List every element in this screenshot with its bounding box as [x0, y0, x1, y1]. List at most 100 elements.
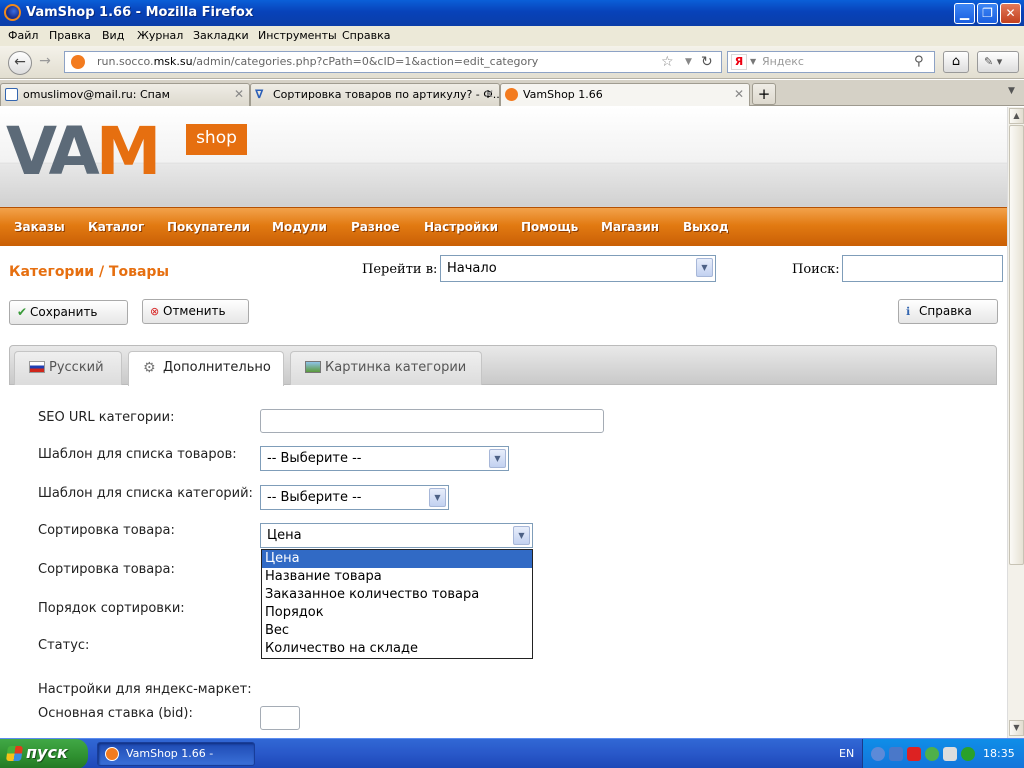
vamshop-favicon: [505, 88, 518, 101]
minimize-button[interactable]: ▁: [954, 3, 975, 24]
sort-order-label: Порядок сортировки:: [38, 601, 185, 616]
language-indicator[interactable]: EN: [839, 747, 854, 760]
chevron-down-icon[interactable]: ▼: [429, 488, 446, 507]
taskbar: пуск VamShop 1.66 - Mozill... EN 18:35: [0, 738, 1024, 768]
nav-help[interactable]: Помощь: [521, 220, 578, 234]
tray-icq-icon[interactable]: [961, 747, 975, 761]
yandex-engine-icon[interactable]: Я: [731, 54, 747, 70]
browser-tab-vamshop[interactable]: VamShop 1.66 ✕: [500, 83, 750, 106]
nav-store[interactable]: Магазин: [601, 220, 659, 234]
nav-settings[interactable]: Настройки: [424, 220, 498, 234]
scroll-thumb[interactable]: [1009, 125, 1024, 565]
menu-history[interactable]: Журнал: [137, 29, 183, 42]
menu-help[interactable]: Справка: [342, 29, 390, 42]
menu-file[interactable]: Файл: [8, 29, 38, 42]
vamshop-logo[interactable]: VAM: [6, 119, 161, 185]
addon-button[interactable]: ✎ ▾: [977, 51, 1019, 73]
nav-catalog[interactable]: Каталог: [88, 220, 144, 234]
menu-view[interactable]: Вид: [102, 29, 124, 42]
product-template-select[interactable]: -- Выберите -- ▼: [260, 446, 509, 471]
nav-misc[interactable]: Разное: [351, 220, 400, 234]
start-button[interactable]: пуск: [0, 739, 88, 768]
sort-option-price[interactable]: Цена: [262, 550, 532, 568]
title-bar: VamShop 1.66 - Mozilla Firefox ▁ ❐ ✕: [0, 0, 1024, 26]
sort-option-order[interactable]: Порядок: [262, 604, 532, 622]
menu-edit[interactable]: Правка: [49, 29, 91, 42]
sort-option-weight[interactable]: Вес: [262, 622, 532, 640]
reload-icon[interactable]: ↻: [701, 52, 713, 72]
nav-modules[interactable]: Модули: [272, 220, 327, 234]
tray-network-icon[interactable]: [889, 747, 903, 761]
tab-label: VamShop 1.66: [523, 88, 603, 101]
product-sort-label-2: Сортировка товара:: [38, 562, 175, 577]
save-button-label: Сохранить: [30, 305, 98, 319]
nav-orders[interactable]: Заказы: [14, 220, 65, 234]
bid-input[interactable]: [260, 706, 300, 730]
cancel-icon: ⊗: [150, 305, 160, 318]
close-tab-icon[interactable]: ✕: [484, 84, 494, 105]
url-bar[interactable]: run.socco.msk.su/admin/categories.php?cP…: [64, 51, 722, 73]
sort-dropdown-list[interactable]: Цена Название товара Заказанное количест…: [261, 549, 533, 659]
home-button[interactable]: ⌂: [943, 51, 969, 73]
scroll-up-icon[interactable]: ▲: [1009, 108, 1024, 124]
tray-antivirus-icon[interactable]: [907, 747, 921, 761]
yandex-settings-label: Настройки для яндекс-маркет:: [38, 682, 252, 697]
url-history-dropdown-icon[interactable]: ▼: [685, 52, 692, 72]
nav-logout[interactable]: Выход: [683, 220, 729, 234]
scroll-down-icon[interactable]: ▼: [1009, 720, 1024, 736]
menu-bookmarks[interactable]: Закладки: [193, 29, 249, 42]
search-bar[interactable]: Я ▼ Яндекс ⚲: [727, 51, 935, 73]
search-input[interactable]: [842, 255, 1003, 282]
goto-select[interactable]: Начало ▼: [440, 255, 716, 282]
tab-label: Дополнительно: [163, 360, 271, 375]
browser-tab-mail[interactable]: omuslimov@mail.ru: Спам ✕: [0, 83, 250, 106]
close-button[interactable]: ✕: [1000, 3, 1021, 24]
help-button[interactable]: ℹ Справка: [898, 299, 998, 324]
back-button[interactable]: ←: [8, 51, 32, 75]
chevron-down-icon[interactable]: ▼: [696, 258, 713, 277]
search-magnifier-icon[interactable]: ⚲: [914, 52, 924, 72]
edit-tabs: Русский ⚙ Дополнительно Картинка категор…: [9, 345, 997, 386]
tab-label: Русский: [49, 360, 104, 375]
new-tab-button[interactable]: +: [752, 83, 776, 105]
vertical-scrollbar[interactable]: ▲ ▼: [1007, 107, 1024, 738]
save-button[interactable]: ✔ Сохранить: [9, 300, 128, 325]
product-sort-select[interactable]: Цена ▼: [260, 523, 533, 548]
bookmark-star-icon[interactable]: ☆: [661, 52, 674, 72]
tab-russian[interactable]: Русский: [14, 351, 122, 385]
cancel-button[interactable]: ⊗ Отменить: [142, 299, 249, 324]
seo-url-input[interactable]: [260, 409, 604, 433]
sort-option-stock[interactable]: Количество на складе: [262, 640, 532, 658]
menu-tools[interactable]: Инструменты: [258, 29, 337, 42]
category-template-label: Шаблон для списка категорий:: [38, 486, 253, 501]
nav-customers[interactable]: Покупатели: [167, 220, 250, 234]
sort-option-name[interactable]: Название товара: [262, 568, 532, 586]
russian-flag-icon: [29, 361, 45, 373]
main-navigation: Заказы Каталог Покупатели Модули Разное …: [0, 207, 1007, 246]
category-template-select[interactable]: -- Выберите -- ▼: [260, 485, 449, 510]
chevron-down-icon[interactable]: ▼: [489, 449, 506, 468]
taskbar-item-firefox[interactable]: VamShop 1.66 - Mozill...: [97, 742, 255, 766]
browser-tab-forum[interactable]: ∇ Сортировка товаров по артикулу? - Ф...…: [250, 83, 500, 106]
forward-button[interactable]: →: [33, 51, 57, 75]
select-value: -- Выберите --: [267, 490, 362, 505]
navigation-toolbar: ← → run.socco.msk.su/admin/categories.ph…: [0, 46, 1024, 79]
tab-category-image[interactable]: Картинка категории: [290, 351, 482, 385]
tab-list-dropdown-icon[interactable]: ▼: [1008, 86, 1015, 96]
close-tab-icon[interactable]: ✕: [734, 84, 744, 105]
chevron-down-icon[interactable]: ▼: [513, 526, 530, 545]
site-identity-icon[interactable]: [71, 55, 85, 69]
close-tab-icon[interactable]: ✕: [234, 84, 244, 105]
maximize-button[interactable]: ❐: [977, 3, 998, 24]
tray-volume-icon[interactable]: [943, 747, 957, 761]
tab-additional[interactable]: ⚙ Дополнительно: [128, 351, 284, 386]
page-viewport: VAM shop Заказы Каталог Покупатели Модул…: [0, 107, 1007, 738]
engine-dropdown-icon[interactable]: ▼: [750, 52, 756, 72]
window-title: VamShop 1.66 - Mozilla Firefox: [26, 5, 254, 20]
tray-arrow-icon[interactable]: [871, 747, 885, 761]
sort-option-ordered-qty[interactable]: Заказанное количество товара: [262, 586, 532, 604]
product-sort-label: Сортировка товара:: [38, 523, 175, 538]
windows-logo-icon: [5, 746, 24, 761]
status-label: Статус:: [38, 638, 90, 653]
tray-utorrent-icon[interactable]: [925, 747, 939, 761]
